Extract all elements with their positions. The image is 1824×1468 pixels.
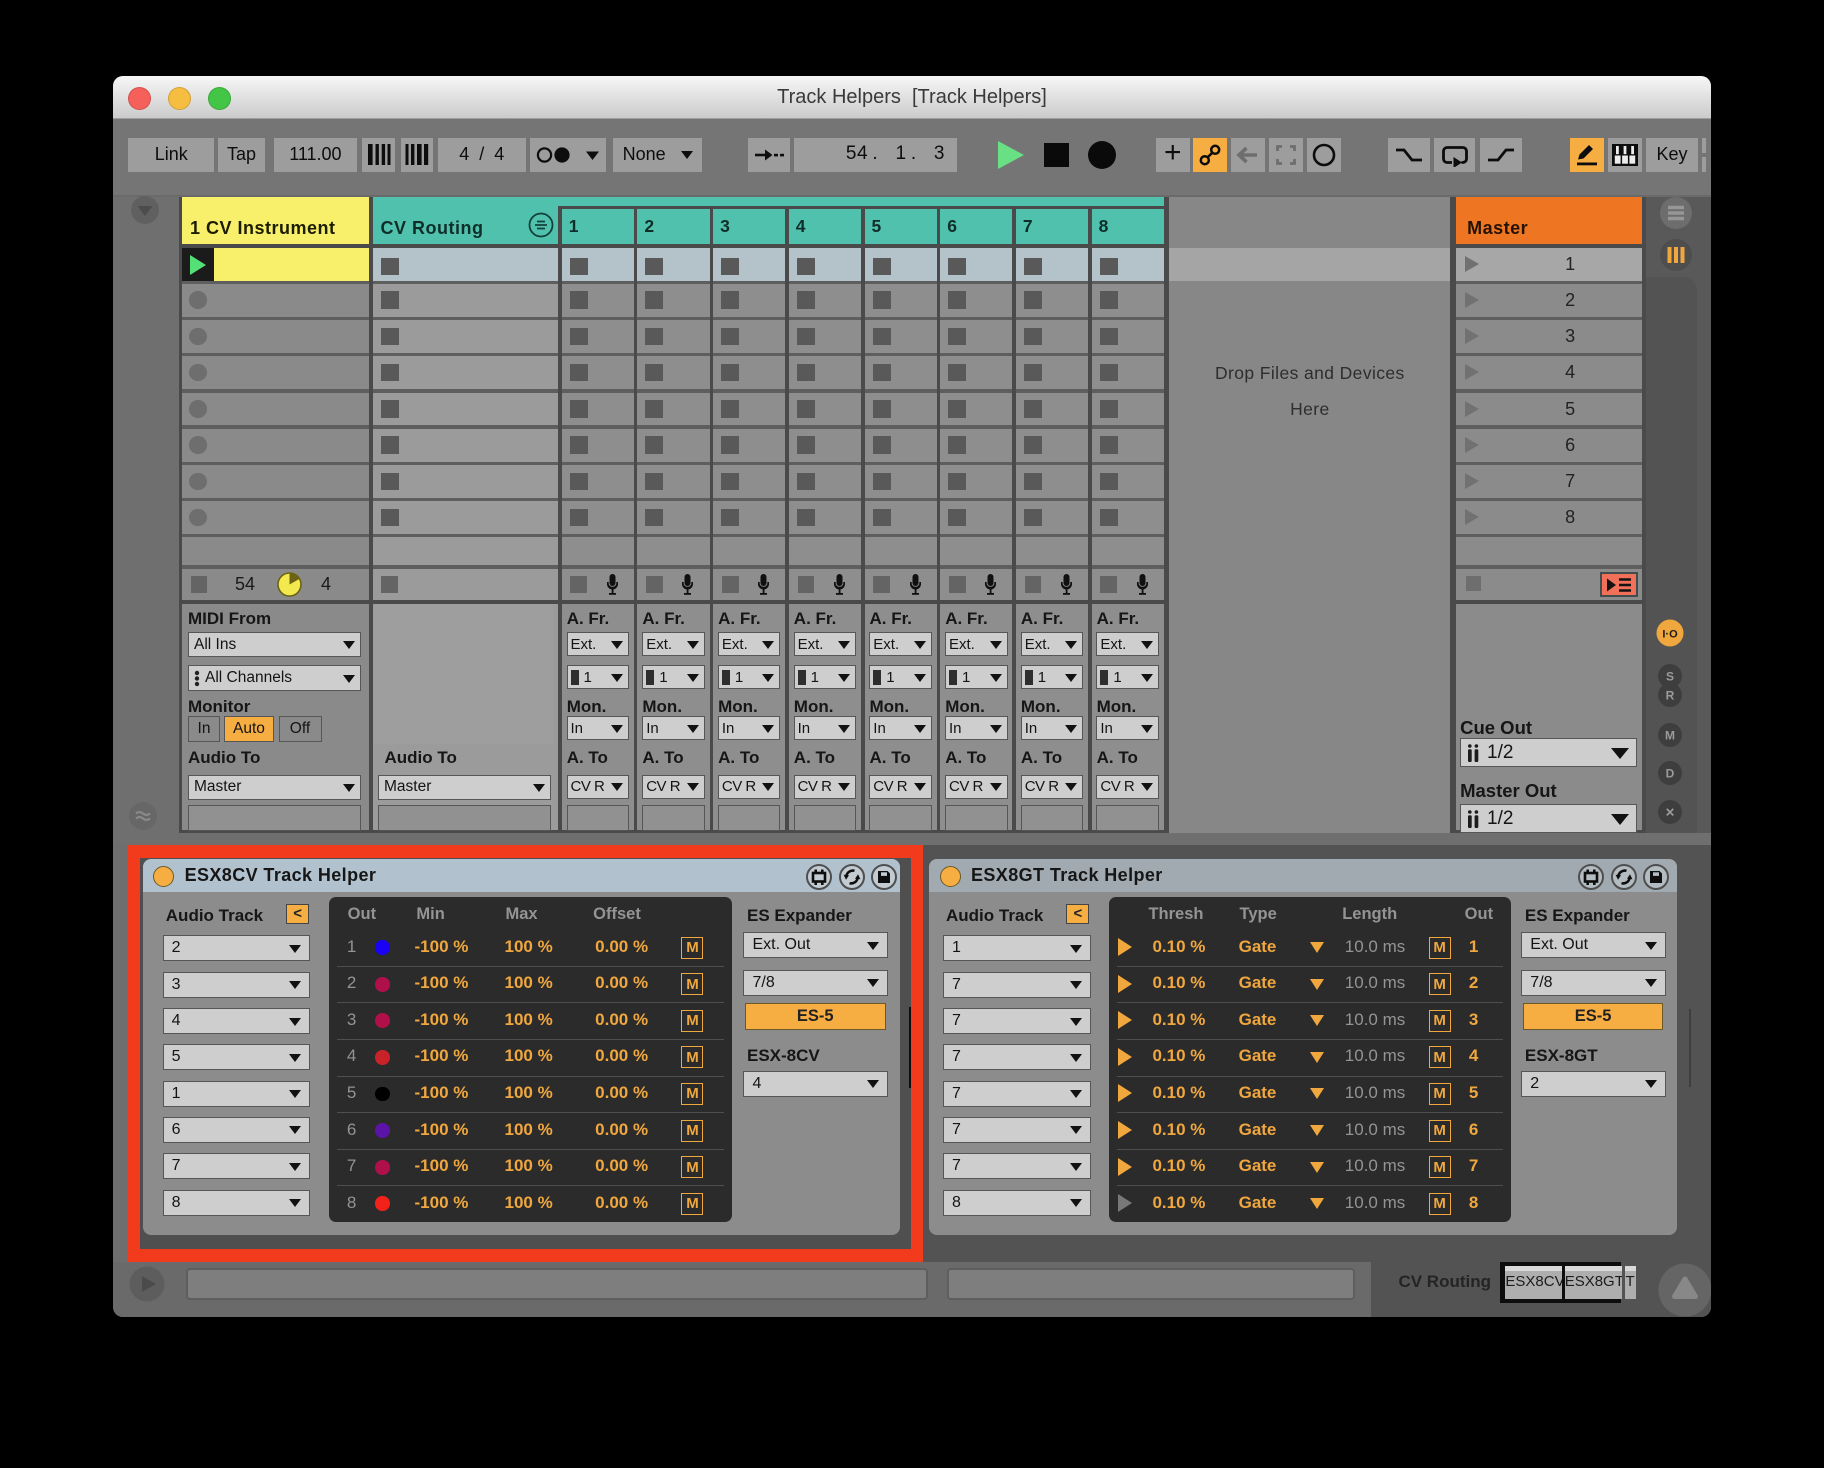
svg-text:D: D xyxy=(1666,767,1675,781)
svg-text:✕: ✕ xyxy=(1665,806,1675,820)
svg-text:M: M xyxy=(1665,729,1675,743)
svg-text:I·O: I·O xyxy=(1662,628,1678,640)
svg-text:S: S xyxy=(1666,669,1674,683)
svg-text:R: R xyxy=(1666,688,1675,702)
